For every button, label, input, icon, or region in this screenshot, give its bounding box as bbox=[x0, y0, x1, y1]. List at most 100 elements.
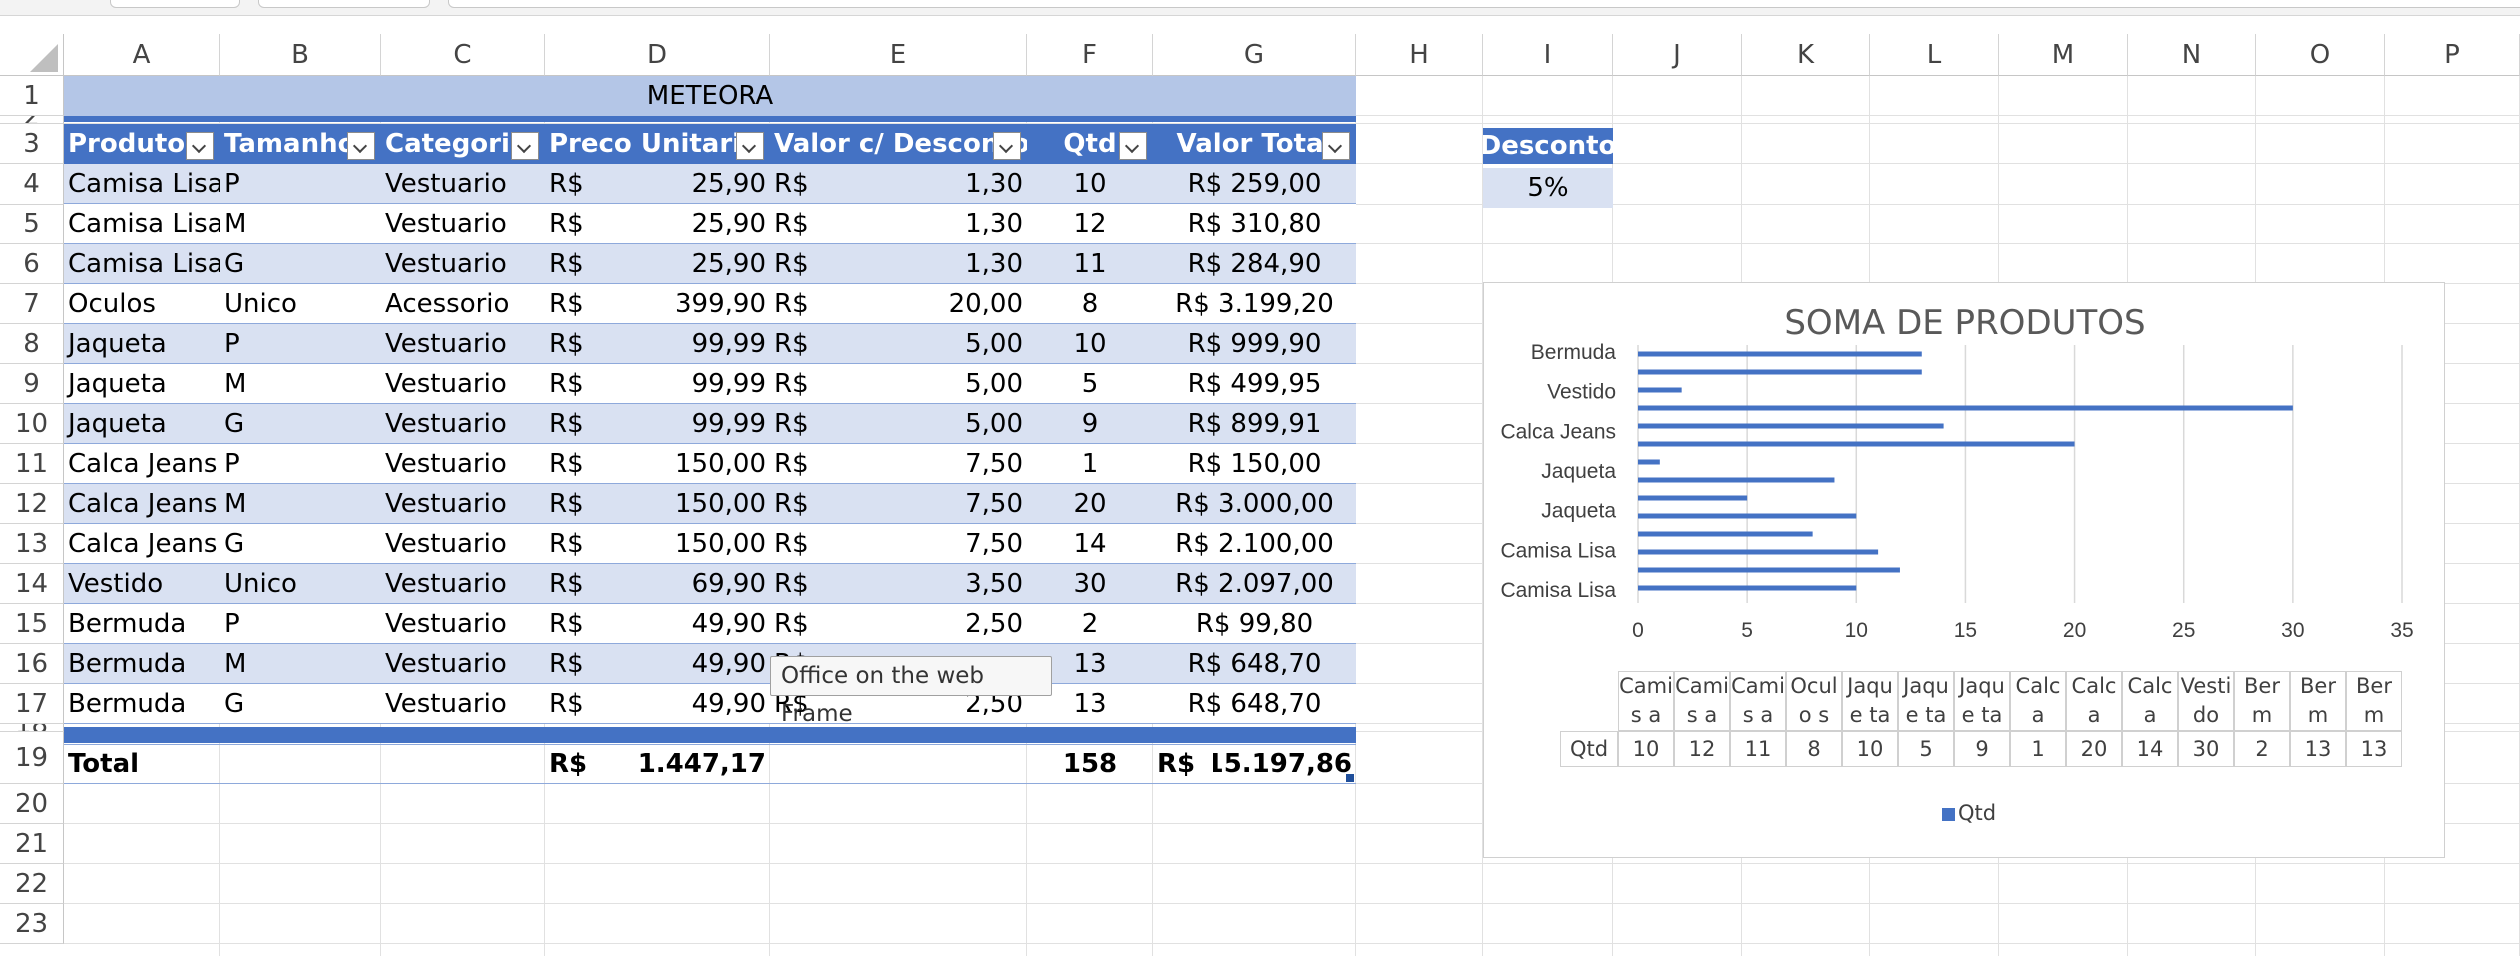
cell-desconto-currency[interactable]: R$ bbox=[770, 604, 850, 644]
cell-valor-total[interactable]: R$ 310,80 bbox=[1153, 204, 1356, 244]
cell-produto[interactable]: Calca Jeans bbox=[64, 444, 220, 484]
cell-preco-currency[interactable]: R$ bbox=[545, 444, 625, 484]
row-header[interactable]: 21 bbox=[0, 824, 64, 864]
filter-dropdown-button[interactable] bbox=[186, 132, 214, 160]
cell-desconto[interactable]: 5,00 bbox=[850, 364, 1027, 404]
filter-dropdown-button[interactable] bbox=[993, 132, 1021, 160]
filter-dropdown-button[interactable] bbox=[1119, 132, 1147, 160]
cell-valor-total[interactable]: R$ 648,70 bbox=[1153, 684, 1356, 724]
cell-qtd[interactable]: 12 bbox=[1027, 204, 1153, 244]
row-header[interactable]: 5 bbox=[0, 205, 64, 244]
cell-preco[interactable]: 150,00 bbox=[625, 444, 770, 484]
cell-produto[interactable]: Vestido bbox=[64, 564, 220, 604]
cell-valor-total[interactable]: R$ 2.100,00 bbox=[1153, 524, 1356, 564]
cell-preco-currency[interactable]: R$ bbox=[545, 644, 625, 684]
cell-qtd[interactable]: 10 bbox=[1027, 324, 1153, 364]
row-header[interactable]: 11 bbox=[0, 444, 64, 484]
cell-preco-currency[interactable]: R$ bbox=[545, 524, 625, 564]
cell-preco[interactable]: 49,90 bbox=[625, 684, 770, 724]
cell-qtd[interactable]: 2 bbox=[1027, 604, 1153, 644]
cell-produto[interactable]: Bermuda bbox=[64, 604, 220, 644]
cell-produto[interactable]: Jaqueta bbox=[64, 324, 220, 364]
cell-valor-total[interactable]: R$ 259,00 bbox=[1153, 164, 1356, 204]
column-header[interactable]: C bbox=[381, 34, 545, 76]
cell-valor-total[interactable]: R$ 999,90 bbox=[1153, 324, 1356, 364]
cell-valor-total[interactable]: R$ 3.199,20 bbox=[1153, 284, 1356, 324]
cell-desconto[interactable]: 1,30 bbox=[850, 164, 1027, 204]
cell-produto[interactable]: Jaqueta bbox=[64, 364, 220, 404]
cell-tamanho[interactable]: Unico bbox=[220, 564, 381, 604]
filter-dropdown-button[interactable] bbox=[736, 132, 764, 160]
filter-dropdown-button[interactable] bbox=[511, 132, 539, 160]
row-header[interactable]: 15 bbox=[0, 604, 64, 644]
cell-tamanho[interactable]: M bbox=[220, 484, 381, 524]
cell-preco-currency[interactable]: R$ bbox=[545, 604, 625, 644]
cell-categoria[interactable]: Vestuario bbox=[381, 324, 545, 364]
column-header[interactable]: B bbox=[220, 34, 381, 76]
cell-desconto[interactable]: 5,00 bbox=[850, 404, 1027, 444]
cell-categoria[interactable]: Vestuario bbox=[381, 204, 545, 244]
row-header[interactable]: 12 bbox=[0, 484, 64, 524]
cell-preco[interactable]: 399,90 bbox=[625, 284, 770, 324]
cell-tamanho[interactable]: M bbox=[220, 204, 381, 244]
cell-valor-total[interactable]: R$ 3.000,00 bbox=[1153, 484, 1356, 524]
cell-desconto-currency[interactable]: R$ bbox=[770, 324, 850, 364]
total-preco-currency[interactable]: R$ bbox=[545, 744, 625, 784]
total-empty[interactable] bbox=[220, 744, 545, 784]
cell-categoria[interactable]: Acessorio bbox=[381, 284, 545, 324]
cell-tamanho[interactable]: P bbox=[220, 164, 381, 204]
cell-preco[interactable]: 25,90 bbox=[625, 164, 770, 204]
cell-preco[interactable]: 25,90 bbox=[625, 204, 770, 244]
discount-value[interactable]: 5% bbox=[1483, 168, 1613, 208]
row-header[interactable]: 23 bbox=[0, 904, 64, 944]
column-header[interactable]: N bbox=[2128, 34, 2256, 76]
chart-soma-de-produtos[interactable]: SOMA DE PRODUTOS 0 5 10 15 20 25 30 35 Camisa Li… bbox=[1483, 282, 2445, 858]
cell-categoria[interactable]: Vestuario bbox=[381, 444, 545, 484]
cell-categoria[interactable]: Vestuario bbox=[381, 364, 545, 404]
row-header[interactable]: 9 bbox=[0, 364, 64, 404]
column-header[interactable]: A bbox=[64, 34, 220, 76]
column-header[interactable]: E bbox=[770, 34, 1027, 76]
cell-tamanho[interactable]: M bbox=[220, 364, 381, 404]
filter-dropdown-button[interactable] bbox=[1322, 132, 1350, 160]
cell-qtd[interactable]: 14 bbox=[1027, 524, 1153, 564]
cell-categoria[interactable]: Vestuario bbox=[381, 404, 545, 444]
cell-desconto[interactable]: 7,50 bbox=[850, 484, 1027, 524]
cell-categoria[interactable]: Vestuario bbox=[381, 484, 545, 524]
cell-tamanho[interactable]: G bbox=[220, 244, 381, 284]
cell-preco[interactable]: 49,90 bbox=[625, 604, 770, 644]
row-header[interactable]: 13 bbox=[0, 524, 64, 564]
cell-valor-total[interactable]: R$ 2.097,00 bbox=[1153, 564, 1356, 604]
cell-produto[interactable]: Camisa Lisa bbox=[64, 244, 220, 284]
cell-categoria[interactable]: Vestuario bbox=[381, 244, 545, 284]
cell-desconto-currency[interactable]: R$ bbox=[770, 364, 850, 404]
cell-preco-currency[interactable]: R$ bbox=[545, 284, 625, 324]
row-header[interactable]: 2 bbox=[0, 116, 64, 124]
row-header[interactable]: 18 bbox=[0, 724, 64, 732]
cell-desconto[interactable]: 7,50 bbox=[850, 444, 1027, 484]
toolbar-button[interactable] bbox=[258, 0, 430, 8]
cell-preco[interactable]: 69,90 bbox=[625, 564, 770, 604]
cell-preco-currency[interactable]: R$ bbox=[545, 404, 625, 444]
cell-qtd[interactable]: 30 bbox=[1027, 564, 1153, 604]
cell-tamanho[interactable]: P bbox=[220, 604, 381, 644]
total-qtd[interactable]: 158 bbox=[1027, 744, 1153, 784]
cell-produto[interactable]: Calca Jeans bbox=[64, 484, 220, 524]
cell-valor-total[interactable]: R$ 99,80 bbox=[1153, 604, 1356, 644]
cell-categoria[interactable]: Vestuario bbox=[381, 564, 545, 604]
cell-preco[interactable]: 49,90 bbox=[625, 644, 770, 684]
cell-valor-total[interactable]: R$ 648,70 bbox=[1153, 644, 1356, 684]
total-preco[interactable]: 1.447,17 bbox=[625, 744, 770, 784]
cell-qtd[interactable]: 1 bbox=[1027, 444, 1153, 484]
cell-valor-total[interactable]: R$ 284,90 bbox=[1153, 244, 1356, 284]
cell-qtd[interactable]: 5 bbox=[1027, 364, 1153, 404]
cell-desconto-currency[interactable]: R$ bbox=[770, 564, 850, 604]
cell-tamanho[interactable]: M bbox=[220, 644, 381, 684]
formula-bar[interactable] bbox=[448, 0, 2520, 8]
cell-desconto[interactable]: 7,50 bbox=[850, 524, 1027, 564]
selection-handle[interactable] bbox=[1346, 774, 1354, 782]
row-header[interactable]: 4 bbox=[0, 164, 64, 205]
cell-qtd[interactable]: 11 bbox=[1027, 244, 1153, 284]
cell-categoria[interactable]: Vestuario bbox=[381, 644, 545, 684]
total-label[interactable]: Total bbox=[64, 744, 220, 784]
